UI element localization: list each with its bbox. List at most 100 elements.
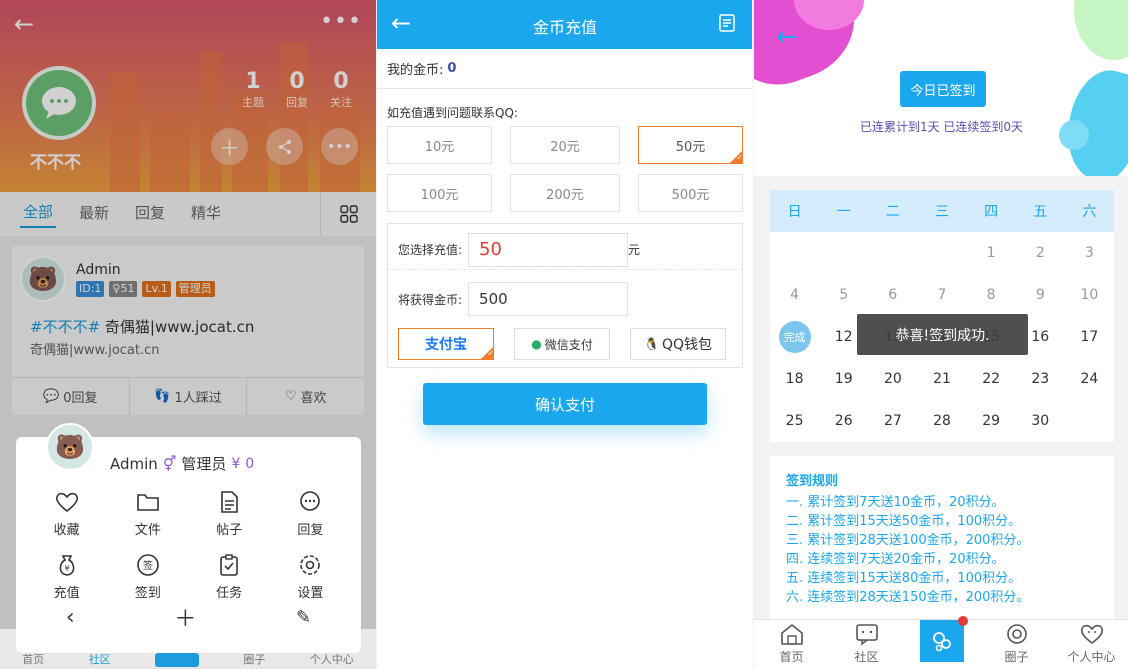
nav-label: 社区 (854, 650, 879, 664)
calendar-day[interactable]: 1 (967, 245, 1016, 261)
pay-qq[interactable]: 🐧 QQ钱包 (630, 328, 726, 360)
pay-wechat[interactable]: ● 微信支付 (514, 328, 610, 360)
plus-icon[interactable]: ＋ (174, 601, 196, 633)
amount-label: 200元 (546, 187, 584, 203)
calendar-day[interactable]: 28 (917, 413, 966, 429)
nav-profile[interactable]: 个人中心 (310, 651, 354, 667)
calendar-day[interactable]: 25 (770, 413, 819, 429)
calendar-day[interactable]: 30 (1016, 413, 1065, 429)
calendar-day-number: 19 (834, 371, 853, 387)
profile-panel: ← ••• 不不不 1 主题 0 回复 0 关注 ＋ ••• 全部 最新 回复 精华 … (0, 0, 376, 669)
menu-tasks[interactable]: 任务 (189, 552, 270, 601)
calendar-day[interactable]: 6 (868, 287, 917, 303)
decor-blob (1074, 0, 1128, 60)
calendar-day[interactable]: 10 (1065, 287, 1114, 303)
nav-home[interactable]: 首页 (754, 620, 829, 669)
nav-center-button[interactable] (920, 616, 968, 662)
wechat-icon: ● (531, 337, 542, 351)
calendar-day[interactable]: 4 (770, 287, 819, 303)
menu-recharge[interactable]: ¥ 充值 (26, 552, 107, 601)
bubbles-icon (933, 632, 951, 652)
rule-item: 三. 累计签到28天送100金币，200积分。 (786, 533, 1030, 548)
calendar-day[interactable]: 20 (868, 371, 917, 387)
amount-option[interactable]: 200元 (510, 174, 620, 212)
popup-coins: 0 (245, 455, 255, 472)
nav-label: 圈子 (1004, 650, 1029, 664)
gain-row: 将获得金币: 500 (388, 279, 742, 319)
calendar-day-number: 7 (937, 287, 947, 303)
calendar-day-number: 2 (1035, 245, 1045, 261)
calendar-day[interactable]: 18 (770, 371, 819, 387)
amount-label: 500元 (671, 187, 710, 203)
heart-icon (55, 492, 78, 513)
calendar-day[interactable]: 5 (819, 287, 868, 303)
menu-files[interactable]: 文件 (107, 489, 188, 538)
nav-center-button[interactable] (154, 653, 199, 667)
calendar-day-checked[interactable]: 完成 (770, 321, 819, 353)
rule-item: 二. 累计签到15天送50金币，100积分。 (786, 514, 1022, 529)
stamp-icon[interactable]: ✎ (296, 607, 311, 628)
menu-posts[interactable]: 帖子 (189, 489, 270, 538)
amount-options: 10元 20元 50元 100元 200元 500元 (387, 126, 743, 212)
community-chat-icon (855, 624, 878, 646)
nav-community[interactable]: 社区 (89, 651, 111, 667)
menu-label: 帖子 (216, 523, 243, 538)
nav-profile[interactable]: 个人中心 (1054, 620, 1128, 669)
gender-icon: ⚥ (162, 454, 177, 473)
payment-methods: 支付宝 ●微信支付 🐧QQ钱包 (398, 328, 726, 360)
calendar-day[interactable]: 24 (1065, 371, 1114, 387)
amount-option-selected[interactable]: 50元 (638, 126, 743, 164)
back-arrow-icon[interactable]: ← (776, 22, 798, 52)
signed-today-button[interactable]: 今日已签到 (900, 71, 986, 107)
chevron-left-icon[interactable]: ‹ (66, 605, 75, 630)
nav-community[interactable]: 社区 (829, 620, 904, 669)
calendar-day[interactable]: 27 (868, 413, 917, 429)
pay-alipay[interactable]: 支付宝 (398, 328, 494, 360)
nav-circle[interactable]: 圈子 (243, 651, 265, 667)
coins-value: 0 (447, 61, 457, 76)
menu-replies[interactable]: 回复 (270, 489, 351, 538)
menu-label: 充值 (53, 586, 80, 601)
chat-icon (300, 491, 321, 511)
calendar-day[interactable]: 29 (967, 413, 1016, 429)
calendar-day-number: 12 (834, 329, 853, 345)
home-icon (780, 623, 803, 645)
calendar-day[interactable]: 2 (1016, 245, 1065, 261)
amount-option[interactable]: 10元 (387, 126, 492, 164)
menu-favorites[interactable]: 收藏 (26, 489, 107, 538)
calendar-day[interactable]: 7 (917, 287, 966, 303)
calendar-day[interactable]: 8 (967, 287, 1016, 303)
folder-icon (137, 494, 159, 511)
calendar-day-number: 17 (1080, 329, 1099, 345)
choice-value: 50 (479, 239, 502, 260)
calendar-day-number: 6 (888, 287, 898, 303)
calendar-day[interactable]: 9 (1016, 287, 1065, 303)
calendar-day-number: 10 (1080, 287, 1099, 303)
calendar-day[interactable]: 17 (1065, 329, 1114, 345)
gain-input[interactable]: 500 (468, 282, 629, 316)
menu-checkin[interactable]: 签 签到 (107, 552, 188, 601)
popup-avatar[interactable]: 🐻 (46, 423, 94, 471)
calendar-day[interactable]: 22 (967, 371, 1016, 387)
nav-circle[interactable]: 圈子 (979, 620, 1054, 669)
svg-text:签: 签 (143, 559, 153, 572)
record-icon[interactable] (719, 14, 735, 36)
calendar-day-number: 28 (933, 413, 951, 429)
calendar-day[interactable]: 3 (1065, 245, 1114, 261)
svg-text:¥: ¥ (64, 564, 69, 573)
gain-label: 将获得金币: (398, 292, 463, 307)
checkin-header: ← 今日已签到 已连累计到1天 已连续签到0天 (754, 0, 1128, 176)
nav-home[interactable]: 首页 (22, 651, 44, 667)
amount-option[interactable]: 20元 (510, 126, 620, 164)
amount-option[interactable]: 500元 (638, 174, 743, 212)
amount-option[interactable]: 100元 (387, 174, 492, 212)
calendar-day[interactable]: 26 (819, 413, 868, 429)
menu-settings[interactable]: 设置 (270, 552, 351, 601)
qq-penguin-icon: 🐧 (644, 337, 659, 351)
calendar-day[interactable]: 21 (917, 371, 966, 387)
calendar-day[interactable]: 19 (819, 371, 868, 387)
calendar-day[interactable]: 23 (1016, 371, 1065, 387)
pay-label: 支付宝 (425, 337, 467, 353)
choice-input[interactable]: 50 (468, 232, 629, 267)
confirm-pay-button[interactable]: 确认支付 (423, 383, 707, 425)
